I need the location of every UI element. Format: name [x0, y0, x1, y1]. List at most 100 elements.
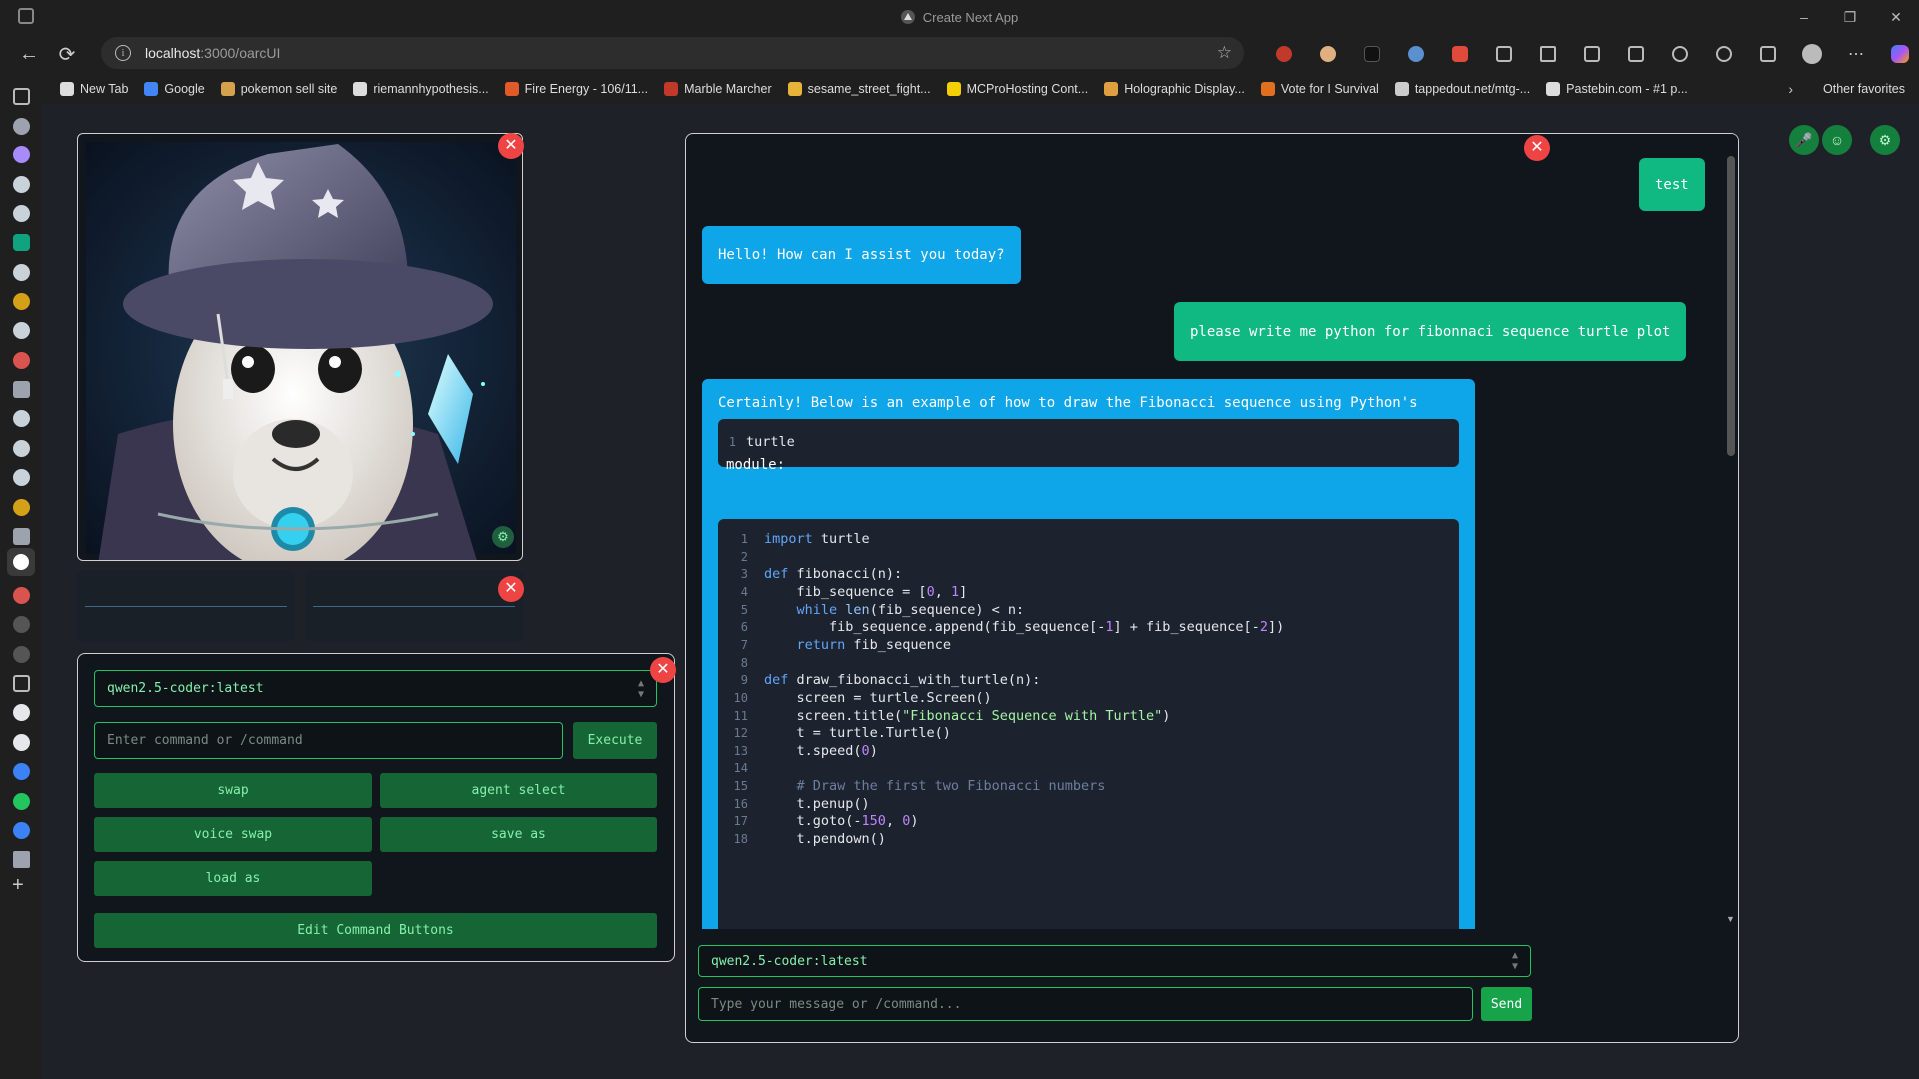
claude-icon[interactable]	[13, 587, 30, 604]
history-icon[interactable]	[1658, 34, 1702, 74]
copilot-icon[interactable]	[1878, 34, 1919, 74]
github-icon[interactable]	[13, 264, 30, 281]
scrollbar-thumb[interactable]	[1727, 156, 1735, 456]
load-as-button[interactable]: load as	[94, 861, 372, 896]
bookmark-item[interactable]: Holographic Display...	[1104, 82, 1245, 96]
bookmark-label: Vote for I Survival	[1280, 82, 1379, 96]
chatgpt-icon[interactable]	[13, 234, 30, 251]
restore-icon[interactable]: ❐	[1827, 0, 1873, 34]
github-icon[interactable]	[13, 322, 30, 339]
refresh-icon[interactable]: ⟳	[52, 39, 82, 69]
browser-essentials-icon[interactable]	[1746, 34, 1790, 74]
execute-button[interactable]: Execute	[573, 722, 657, 759]
back-icon[interactable]: ←	[14, 39, 44, 69]
github-icon[interactable]	[13, 176, 30, 193]
extension-search-icon[interactable]	[1394, 34, 1438, 74]
llama-wizard-image	[86, 142, 516, 560]
chevron-right-icon[interactable]: ›	[1788, 81, 1793, 97]
collections-icon[interactable]	[1614, 34, 1658, 74]
sidebar-tab-icon[interactable]	[13, 499, 30, 516]
swap-button[interactable]: swap	[94, 773, 372, 808]
extensions-puzzle-icon[interactable]	[1482, 34, 1526, 74]
close-visualizer-button[interactable]: ✕	[498, 576, 524, 602]
sidebar-tab-icon[interactable]	[13, 646, 30, 663]
bookmark-item[interactable]: tappedout.net/mtg-...	[1394, 82, 1530, 96]
sidebar-tab-icon[interactable]	[13, 528, 30, 545]
edit-command-buttons-button[interactable]: Edit Command Buttons	[94, 913, 657, 948]
github-icon[interactable]	[13, 205, 30, 222]
ublock-icon[interactable]	[1262, 34, 1306, 74]
github-icon[interactable]	[13, 410, 30, 427]
code-text: t.speed(0)	[764, 742, 878, 759]
save-as-button[interactable]: save as	[380, 817, 657, 852]
bookmark-item[interactable]: New Tab	[60, 82, 128, 96]
github-icon[interactable]	[13, 704, 30, 721]
site-info-icon[interactable]: i	[115, 45, 131, 61]
minimize-icon[interactable]: –	[1781, 0, 1827, 34]
user-profile-icon[interactable]: ☺	[1822, 125, 1852, 155]
sidebar-tab-icon[interactable]	[13, 381, 30, 398]
bookmark-item[interactable]: pokemon sell site	[220, 82, 337, 96]
sidebar-tab-icon[interactable]	[13, 146, 30, 163]
bookmark-item[interactable]: Vote for I Survival	[1260, 82, 1379, 96]
performance-icon[interactable]	[1702, 34, 1746, 74]
close-command-panel-button[interactable]: ✕	[650, 657, 676, 683]
sidebar-tab-icon[interactable]	[13, 616, 30, 633]
close-window-icon[interactable]: ✕	[1873, 0, 1919, 34]
model-select[interactable]: qwen2.5-coder:latest ▲ ▼	[94, 670, 657, 707]
command-input[interactable]: Enter command or /command	[94, 722, 563, 759]
extension-bookmark-icon[interactable]	[1438, 34, 1482, 74]
search-icon[interactable]	[13, 763, 30, 780]
active-tab-indicator[interactable]	[7, 548, 35, 576]
close-image-panel-button[interactable]: ✕	[498, 133, 524, 159]
message-list[interactable]: test Hello! How can I assist you today? …	[686, 134, 1726, 929]
scroll-down-icon[interactable]: ▼	[1726, 914, 1735, 924]
bookmark-item[interactable]: Google	[144, 82, 205, 96]
search-icon[interactable]	[13, 822, 30, 839]
github-icon[interactable]	[13, 440, 30, 457]
bookmark-item[interactable]: sesame_street_fight...	[787, 82, 931, 96]
claude-icon[interactable]	[13, 352, 30, 369]
bookmark-label: New Tab	[80, 82, 129, 96]
code-text: import turtle	[764, 531, 870, 547]
other-favorites[interactable]: Other favorites	[1823, 82, 1905, 96]
bookmark-item[interactable]: riemannhypothesis...	[353, 82, 489, 96]
profile-avatar-icon[interactable]	[1790, 34, 1834, 74]
url-input[interactable]: i localhost:3000/oarcUI ☆	[101, 37, 1244, 69]
workspaces-icon[interactable]	[18, 8, 34, 24]
site-favicon-icon	[900, 10, 915, 24]
assistant-after-text: module:	[726, 457, 786, 473]
favorites-icon[interactable]	[1570, 34, 1614, 74]
chat-model-select[interactable]: qwen2.5-coder:latest ▲ ▼	[698, 945, 1531, 977]
close-chat-panel-button[interactable]: ✕	[1524, 135, 1550, 161]
sidebar-tab-icon[interactable]	[13, 118, 30, 135]
send-button[interactable]: Send	[1481, 987, 1532, 1021]
extension-dark-icon[interactable]	[1350, 34, 1394, 74]
bookmark-label: Fire Energy - 106/11...	[524, 82, 649, 96]
github-icon[interactable]	[13, 469, 30, 486]
image-settings-gear-icon[interactable]: ⚙	[492, 526, 514, 548]
avatar-image-panel: ⚙	[77, 133, 523, 561]
sidebar-tab-icon[interactable]	[13, 293, 30, 310]
library-icon[interactable]	[13, 851, 30, 868]
new-tab-plus-icon[interactable]: +	[12, 874, 24, 897]
microphone-icon[interactable]: 🎤	[1789, 125, 1819, 155]
python-code-block: 1 import turtle 2 3 def fibonacci(n): 4 fib_s…	[718, 519, 1459, 929]
message-input[interactable]: Type your message or /command...	[698, 987, 1473, 1021]
favorite-star-icon[interactable]: ☆	[1217, 43, 1232, 63]
bookmark-item[interactable]: Pastebin.com - #1 p...	[1546, 82, 1688, 96]
github-icon[interactable]	[13, 734, 30, 751]
tab-actions-icon[interactable]	[13, 88, 30, 105]
bookmark-item[interactable]: Fire Energy - 106/11...	[504, 82, 649, 96]
split-screen-icon[interactable]	[1526, 34, 1570, 74]
agent-select-button[interactable]: agent select	[380, 773, 657, 808]
more-menu-icon[interactable]: ⋯	[1834, 34, 1878, 74]
bookmark-item[interactable]: Marble Marcher	[664, 82, 772, 96]
settings-gear-icon[interactable]: ⚙	[1870, 125, 1900, 155]
chat-scrollbar[interactable]: ▼	[1724, 134, 1738, 929]
extension-face-icon[interactable]	[1306, 34, 1350, 74]
bookmark-item[interactable]: MCProHosting Cont...	[946, 82, 1088, 96]
sidebar-tab-icon[interactable]	[13, 793, 30, 810]
voice-swap-button[interactable]: voice swap	[94, 817, 372, 852]
calendar-icon[interactable]	[13, 675, 30, 692]
